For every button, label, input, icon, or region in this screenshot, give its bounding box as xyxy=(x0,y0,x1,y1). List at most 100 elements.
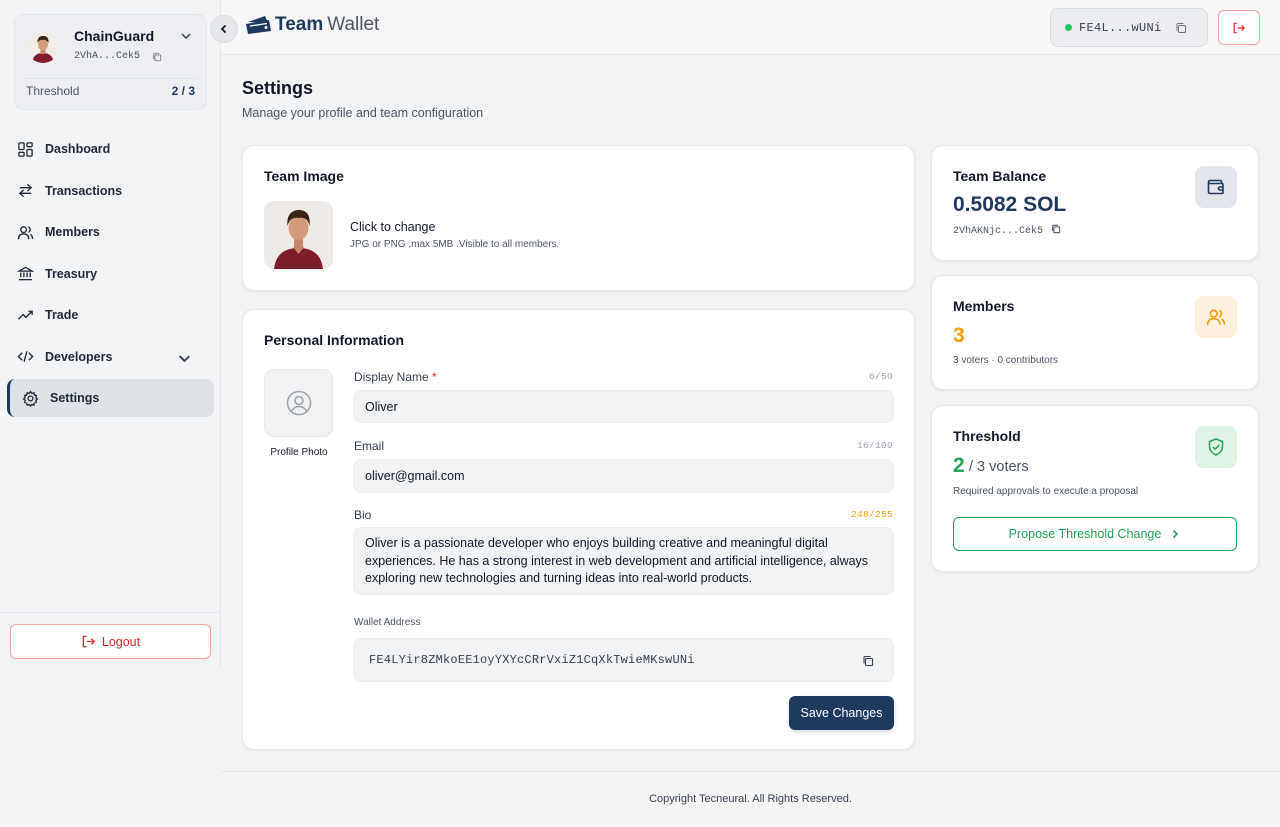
sidebar-item-members[interactable]: Members xyxy=(7,213,214,251)
profile-photo-label: Profile Photo xyxy=(270,447,328,458)
card-title: Personal Information xyxy=(264,332,405,348)
team-address: 2VhA...Cek5 xyxy=(74,51,141,62)
app-logo[interactable]: Team Wallet xyxy=(245,14,379,36)
logo-text-light: Wallet xyxy=(327,14,380,35)
trade-icon xyxy=(17,310,33,320)
propose-threshold-change-button[interactable]: Propose Threshold Change xyxy=(953,517,1237,551)
dashboard-icon xyxy=(18,141,33,157)
threshold-card: Threshold 2 / 3 voters Required approval… xyxy=(931,405,1259,572)
page-subtitle: Manage your profile and team configurati… xyxy=(242,106,484,120)
sidebar-item-developers[interactable]: Developers xyxy=(7,338,214,376)
profile-photo-upload[interactable] xyxy=(264,369,333,437)
chevron-left-icon xyxy=(220,24,227,34)
wallet-pill[interactable]: FE4L...wUNi xyxy=(1050,8,1208,47)
threshold-value: 2 xyxy=(953,454,965,477)
wallet-address-value: FE4LYir8ZMkoEE1oyYXYcCRrVxiZ1CqXkTwieMKs… xyxy=(369,653,695,667)
sidebar-item-transactions[interactable]: Transactions xyxy=(7,172,214,210)
logout-icon xyxy=(1233,22,1246,33)
card-title: Members xyxy=(953,298,1015,314)
team-avatar xyxy=(27,31,59,63)
threshold-of-voters: / 3 voters xyxy=(969,459,1029,475)
display-name-input[interactable]: Oliver xyxy=(353,390,894,423)
sidebar-item-settings[interactable]: Settings xyxy=(7,379,214,417)
display-name-count: 6/50 xyxy=(868,371,893,382)
treasury-icon xyxy=(17,266,34,281)
balance-address-text: 2VhAKNjc...Cek5 xyxy=(953,226,1044,237)
chevron-down-icon[interactable] xyxy=(179,29,193,43)
bio-label: Bio xyxy=(354,508,372,522)
sidebar-footer-divider xyxy=(0,612,221,613)
copy-icon[interactable] xyxy=(1175,22,1187,34)
collapse-sidebar-button[interactable] xyxy=(210,15,238,43)
logo-text-bold: Team xyxy=(275,14,324,35)
bio-textarea[interactable]: Oliver is a passionate developer who enj… xyxy=(353,527,894,595)
shield-check-icon xyxy=(1195,426,1237,468)
top-header: Team Wallet FE4L...wUNi xyxy=(210,0,1280,55)
disconnect-button[interactable] xyxy=(1218,10,1260,45)
team-balance-card: Team Balance 0.5082 SOL 2VhAKNjc...Cek5 xyxy=(931,145,1259,261)
copy-icon[interactable] xyxy=(1051,224,1061,234)
change-image-heading[interactable]: Click to change xyxy=(350,220,435,234)
team-name: ChainGuard xyxy=(74,28,155,44)
sidebar-item-label: Transactions xyxy=(45,183,123,198)
email-value: oliver@gmail.com xyxy=(365,469,465,483)
required-mark: * xyxy=(432,370,437,384)
card-title: Team Balance xyxy=(953,168,1047,184)
email-label: Email xyxy=(354,439,385,453)
email-count: 16/100 xyxy=(856,440,893,451)
threshold-label: Threshold xyxy=(26,84,80,98)
logout-icon xyxy=(82,635,95,648)
members-count: 3 xyxy=(953,324,965,347)
code-icon xyxy=(17,351,34,362)
chevron-right-icon xyxy=(1173,529,1179,539)
team-image[interactable] xyxy=(264,201,333,269)
members-card: Members 3 3 voters · 0 contributors xyxy=(931,275,1259,390)
propose-threshold-label: Propose Threshold Change xyxy=(1008,527,1162,541)
chevron-down-icon[interactable] xyxy=(176,350,193,367)
threshold-value: 2 / 3 xyxy=(171,84,195,98)
logout-button[interactable]: Logout xyxy=(10,624,211,659)
wallet-address-field: FE4LYir8ZMkoEE1oyYXYcCRrVxiZ1CqXkTwieMKs… xyxy=(353,638,894,682)
save-changes-button[interactable]: Save Changes xyxy=(789,696,894,730)
logout-label: Logout xyxy=(101,634,141,649)
wallet-icon xyxy=(1195,166,1237,208)
display-name-label-text: Display Name xyxy=(354,370,429,384)
card-title: Team Image xyxy=(264,168,344,184)
sidebar-item-label: Treasury xyxy=(45,266,98,281)
sidebar-item-label: Developers xyxy=(45,349,113,364)
settings-icon xyxy=(22,390,39,407)
members-subtitle: 3 voters · 0 contributors xyxy=(953,355,1059,366)
wallet-address-label: Wallet Address xyxy=(354,617,421,628)
balance-value: 0.5082 SOL xyxy=(953,193,1067,216)
copy-icon[interactable] xyxy=(862,655,874,667)
sidebar-item-dashboard[interactable]: Dashboard xyxy=(7,130,214,168)
personal-information-card: Personal Information Profile Photo Displ… xyxy=(242,309,915,750)
team-image-card: Team Image Click to change JPG or PNG ,m… xyxy=(242,145,915,291)
copy-icon[interactable] xyxy=(152,52,162,62)
connection-status-dot xyxy=(1065,24,1072,31)
sidebar-item-treasury[interactable]: Treasury xyxy=(7,255,214,293)
display-name-value: Oliver xyxy=(365,399,398,414)
team-switcher[interactable]: ChainGuard 2VhA...Cek5 Threshold 2 / 3 xyxy=(14,14,207,110)
bio-count: 248/255 xyxy=(850,509,893,520)
page-title: Settings xyxy=(242,78,314,98)
copyright-text: Copyright Tecneural. All Rights Reserved… xyxy=(649,793,852,805)
sidebar-item-label: Members xyxy=(45,225,100,239)
card-title: Threshold xyxy=(953,428,1021,444)
sidebar-item-trade[interactable]: Trade xyxy=(7,296,214,334)
page-footer: Copyright Tecneural. All Rights Reserved… xyxy=(221,771,1280,827)
email-field[interactable]: oliver@gmail.com xyxy=(353,459,894,493)
threshold-subtitle: Required approvals to execute a proposal xyxy=(953,486,1139,497)
image-hint: JPG or PNG ,max 5MB .Visible to all memb… xyxy=(350,239,560,250)
sidebar-item-label: Settings xyxy=(50,391,100,405)
members-icon xyxy=(17,225,34,239)
wallet-logo-icon xyxy=(246,16,271,34)
sidebar-nav: Dashboard Transactions Members Treasury … xyxy=(7,130,214,421)
sidebar: ChainGuard 2VhA...Cek5 Threshold 2 / 3 D… xyxy=(0,0,221,668)
members-icon xyxy=(1195,296,1237,338)
balance-address: 2VhAKNjc...Cek5 xyxy=(953,224,1061,237)
user-circle-icon xyxy=(286,390,311,416)
sidebar-item-label: Dashboard xyxy=(45,142,111,156)
divider xyxy=(25,78,196,79)
display-name-label: Display Name * xyxy=(354,370,437,384)
